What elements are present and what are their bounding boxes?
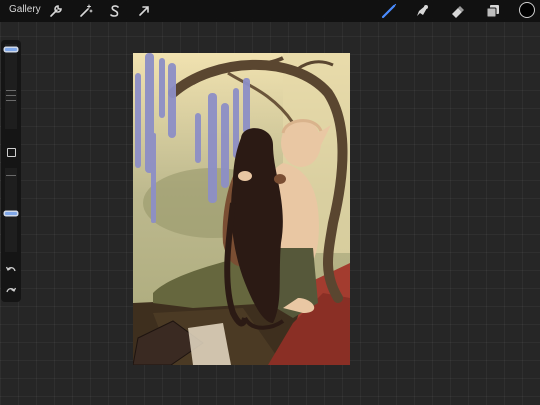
opacity-handle[interactable] xyxy=(5,212,17,215)
slider-tick xyxy=(6,100,16,101)
modify-square-icon[interactable] xyxy=(7,148,16,157)
color-picker-swatch[interactable] xyxy=(519,2,535,18)
slider-tick xyxy=(6,175,16,176)
redo-icon[interactable] xyxy=(5,285,17,297)
artwork-illustration xyxy=(133,53,350,365)
selection-s-icon[interactable] xyxy=(107,3,123,19)
wrench-icon[interactable] xyxy=(48,3,64,19)
eraser-icon[interactable] xyxy=(450,3,466,19)
brush-size-handle[interactable] xyxy=(5,48,17,51)
gallery-button[interactable]: Gallery xyxy=(9,4,41,15)
layers-icon[interactable] xyxy=(485,3,501,19)
top-toolbar: Gallery xyxy=(0,0,540,22)
slider-tick xyxy=(6,90,16,91)
brush-icon[interactable] xyxy=(381,3,397,19)
drawing-canvas[interactable] xyxy=(133,53,350,365)
magic-wand-icon[interactable] xyxy=(78,3,94,19)
slider-tick xyxy=(6,95,16,96)
sidebar xyxy=(1,40,21,302)
smudge-icon[interactable] xyxy=(414,3,430,19)
arrow-cursor-icon[interactable] xyxy=(136,3,152,19)
opacity-slider[interactable] xyxy=(5,168,17,252)
undo-icon[interactable] xyxy=(5,264,17,276)
brush-size-slider[interactable] xyxy=(5,44,17,129)
